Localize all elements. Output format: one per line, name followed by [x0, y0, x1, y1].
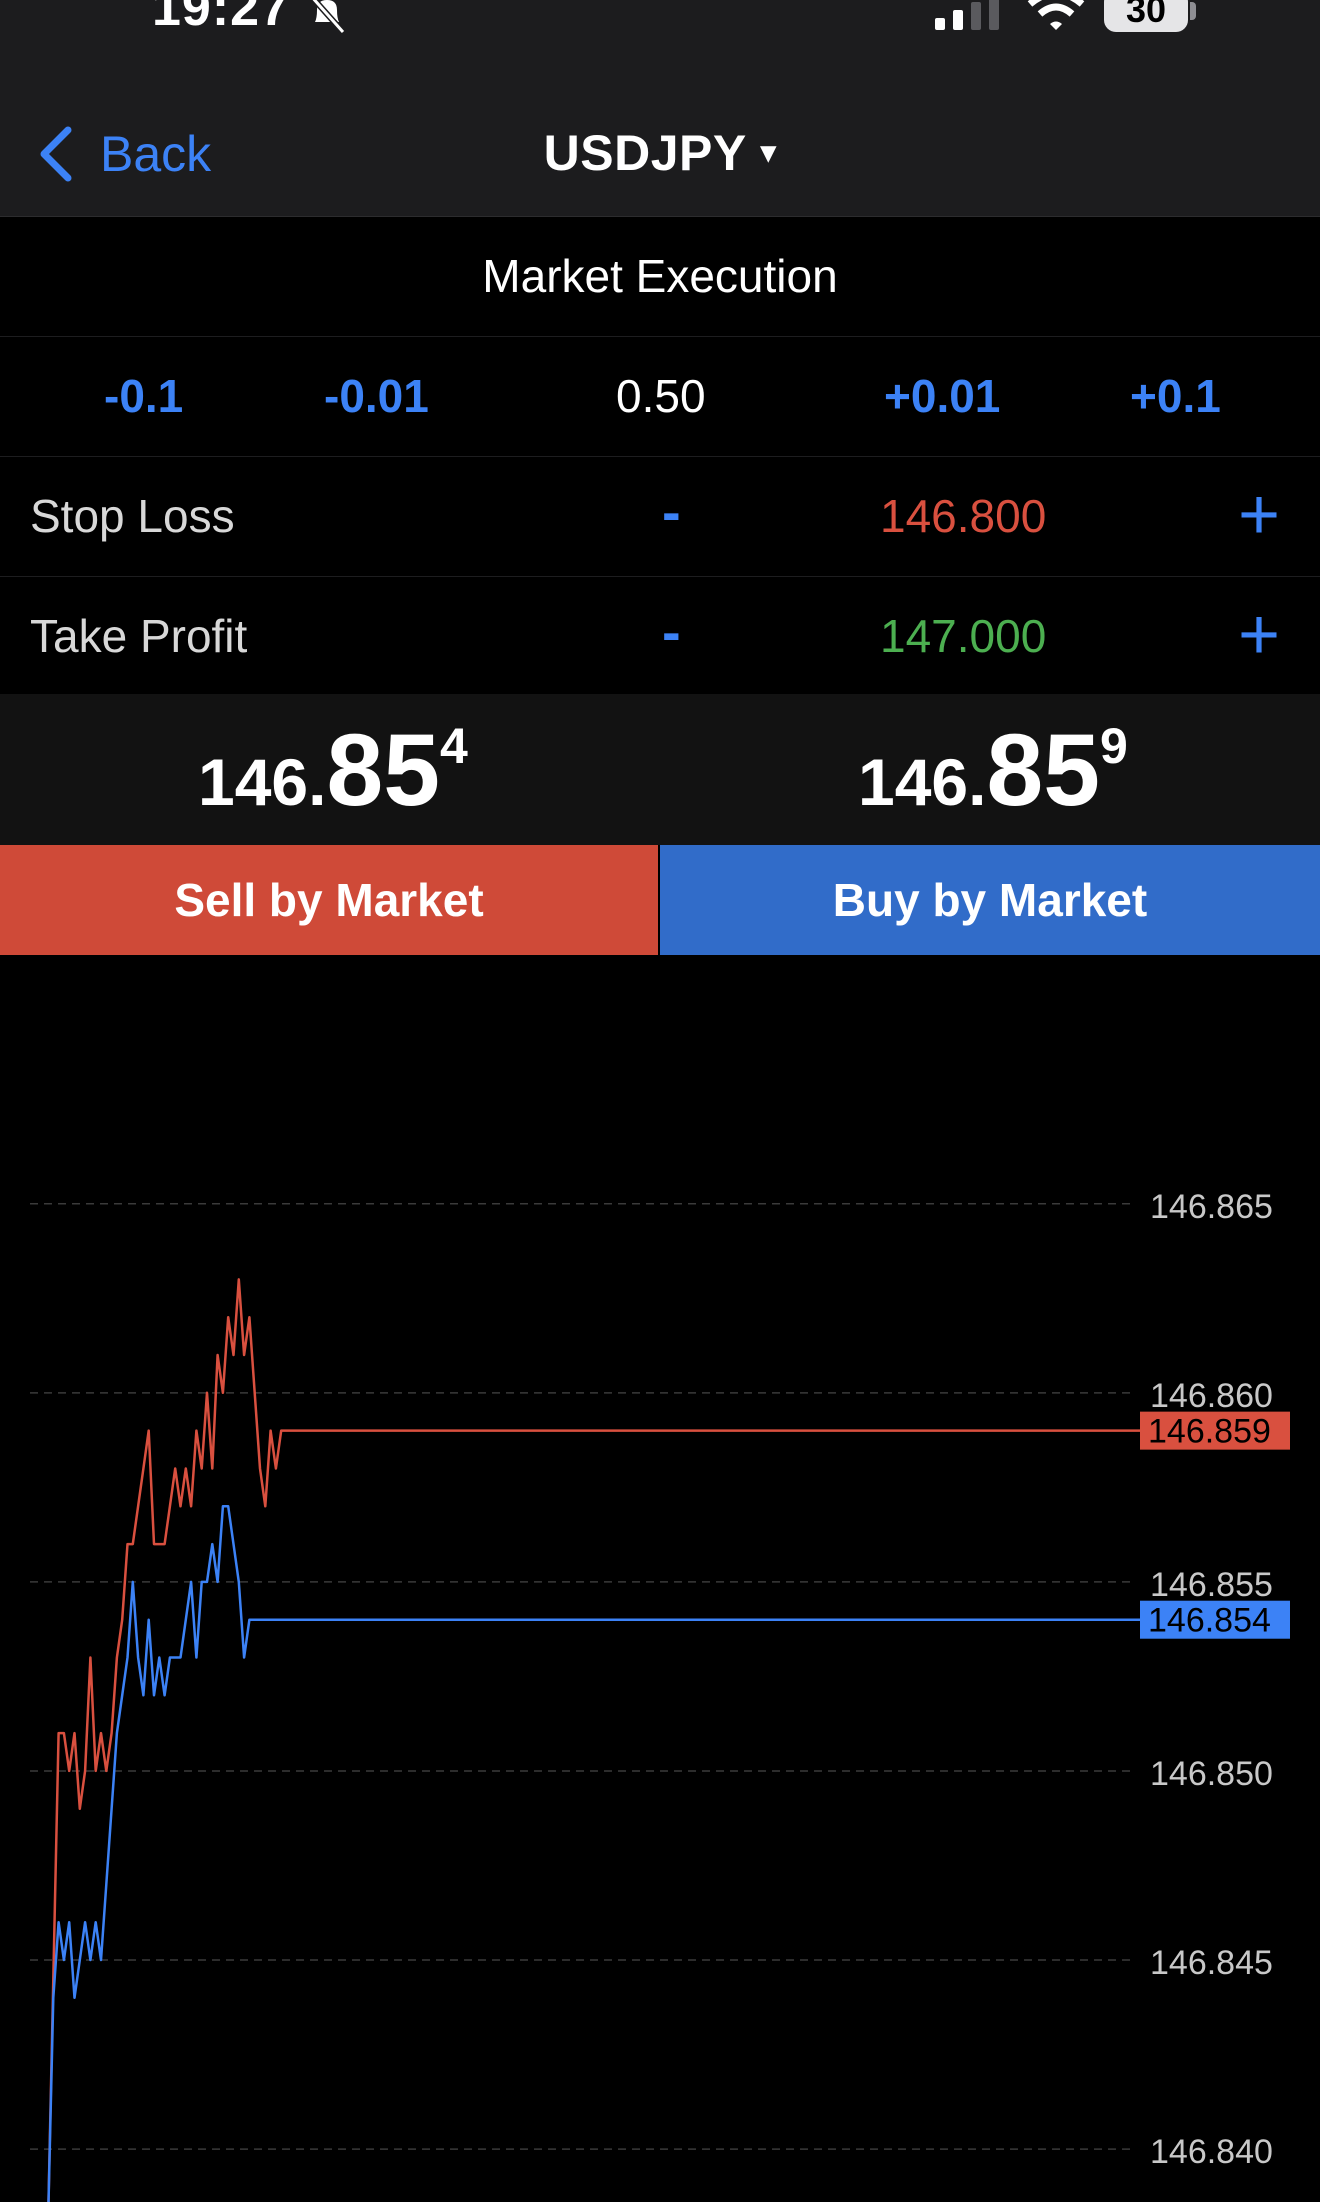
- execution-type: Market Execution: [482, 250, 838, 302]
- cellular-signal-icon: [935, 0, 999, 30]
- status-time: 19:27: [152, 0, 290, 37]
- take-profit-value[interactable]: 147.000: [880, 577, 1046, 695]
- volume-plus-0.01-button[interactable]: +0.01: [884, 337, 1000, 455]
- bid-price-pips: 85: [326, 713, 440, 827]
- trade-buttons: Sell by Market Buy by Market: [0, 845, 1320, 955]
- ask-price-pips: 85: [986, 713, 1100, 827]
- stop-loss-minus-button[interactable]: -: [662, 457, 681, 567]
- bid-current-label: 146.854: [1148, 1602, 1271, 1640]
- stop-loss-value[interactable]: 146.800: [880, 457, 1046, 575]
- ask-current-label: 146.859: [1148, 1413, 1271, 1451]
- volume-minus-0.1-button[interactable]: -0.1: [104, 337, 183, 455]
- symbol-selector[interactable]: USDJPY ▾: [0, 124, 1320, 182]
- stop-loss-label: Stop Loss: [30, 490, 235, 542]
- bid-price-line: [46, 1505, 1140, 2202]
- symbol-name: USDJPY: [543, 125, 747, 181]
- order-panel: Market Execution -0.1 -0.01 0.50 +0.01 +…: [0, 217, 1320, 697]
- battery-indicator: 30: [1104, 0, 1188, 32]
- bell-slash-icon: [310, 0, 346, 34]
- sell-by-market-button[interactable]: Sell by Market: [0, 845, 658, 955]
- ask-price-point: 9: [1099, 718, 1128, 774]
- volume-row: -0.1 -0.01 0.50 +0.01 +0.1: [0, 337, 1320, 457]
- y-tick-label: 146.850: [1150, 1755, 1273, 1793]
- ask-price-line: [46, 1278, 1140, 2202]
- bid-price-prefix: 146.: [198, 745, 327, 819]
- take-profit-row: Take Profit - 147.000 +: [0, 577, 1320, 697]
- volume-minus-0.01-button[interactable]: -0.01: [324, 337, 429, 455]
- buy-by-market-button[interactable]: Buy by Market: [660, 845, 1320, 955]
- bid-price-point: 4: [439, 718, 468, 774]
- wifi-icon: [1027, 0, 1085, 30]
- tick-chart-svg: 146.865 146.860 146.855 146.850 146.845 146.8…: [30, 1188, 1290, 2202]
- nav-bar: Back USDJPY ▾: [0, 60, 1320, 217]
- volume-value[interactable]: 0.50: [616, 337, 706, 455]
- bid-price: 146.854: [198, 712, 468, 829]
- price-row: 146.854 146.859: [0, 694, 1320, 845]
- ask-price: 146.859: [858, 712, 1128, 829]
- y-tick-label: 146.865: [1150, 1188, 1273, 1226]
- tick-chart: 146.865 146.860 146.855 146.850 146.845 146.8…: [0, 958, 1320, 2202]
- stop-loss-row: Stop Loss - 146.800 +: [0, 457, 1320, 577]
- order-screen: 19:27 30 Back USDJPY ▾ Market Execution …: [0, 0, 1320, 2202]
- battery-nub: [1190, 2, 1196, 20]
- y-tick-label: 146.840: [1150, 2133, 1273, 2171]
- stop-loss-plus-button[interactable]: +: [1238, 457, 1280, 573]
- take-profit-label: Take Profit: [30, 610, 248, 662]
- caret-down-icon: ▾: [760, 136, 777, 169]
- take-profit-minus-button[interactable]: -: [662, 577, 681, 687]
- ask-price-prefix: 146.: [858, 745, 987, 819]
- y-tick-label: 146.845: [1150, 1944, 1273, 1982]
- status-bar: 19:27 30: [0, 0, 1320, 60]
- y-tick-label: 146.855: [1150, 1566, 1273, 1604]
- volume-plus-0.1-button[interactable]: +0.1: [1130, 337, 1221, 455]
- y-tick-label: 146.860: [1150, 1377, 1273, 1415]
- execution-type-row[interactable]: Market Execution: [0, 217, 1320, 337]
- take-profit-plus-button[interactable]: +: [1238, 577, 1280, 693]
